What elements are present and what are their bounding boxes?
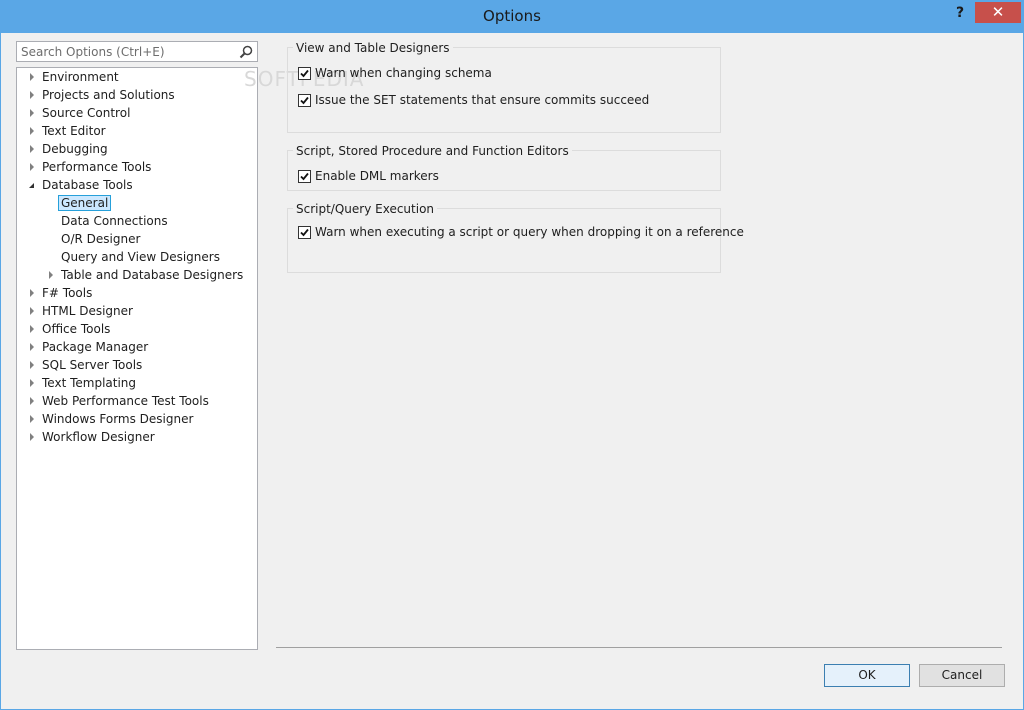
expand-arrow-icon[interactable] — [30, 415, 34, 423]
tree-item-label: Workflow Designer — [42, 430, 155, 444]
checkmark-icon — [300, 69, 309, 78]
expand-arrow-icon[interactable] — [30, 361, 34, 369]
tree-item-label: Package Manager — [42, 340, 149, 354]
group-title: Script/Query Execution — [293, 202, 438, 216]
title-bar[interactable]: Options ? ✕ — [1, 1, 1023, 33]
expand-arrow-icon[interactable] — [30, 397, 34, 405]
expand-arrow-icon[interactable] — [30, 325, 34, 333]
option-label: Issue the SET statements that ensure com… — [315, 93, 650, 107]
tree-item-label: Projects and Solutions — [42, 88, 175, 102]
window-title: Options — [483, 7, 541, 25]
ok-button[interactable]: OK — [824, 664, 910, 687]
tree-item-label: Environment — [42, 70, 119, 84]
search-input[interactable] — [17, 42, 235, 61]
tree-item-label: Source Control — [42, 106, 131, 120]
option-label: Warn when changing schema — [315, 66, 492, 80]
option-label: Warn when executing a script or query wh… — [315, 225, 744, 239]
option-label: Enable DML markers — [315, 169, 439, 183]
checkmark-icon — [300, 96, 309, 105]
expand-arrow-icon[interactable] — [30, 163, 34, 171]
tree-item-label: Debugging — [42, 142, 108, 156]
tree-item-label: Windows Forms Designer — [42, 412, 194, 426]
tree-item-label: Table and Database Designers — [61, 268, 244, 282]
tree-item-label: Web Performance Test Tools — [42, 394, 209, 408]
expand-arrow-icon[interactable] — [30, 91, 34, 99]
checkbox[interactable] — [298, 67, 311, 80]
options-dialog: Options ? ✕ Environment Projects and Sol… — [0, 0, 1024, 710]
search-box[interactable] — [16, 41, 258, 62]
search-icon[interactable] — [238, 44, 254, 60]
expand-arrow-icon[interactable] — [30, 127, 34, 135]
tree-item-label: HTML Designer — [42, 304, 133, 318]
tree-item-label: Text Templating — [42, 376, 137, 390]
close-button[interactable]: ✕ — [975, 2, 1021, 23]
expand-arrow-icon[interactable] — [30, 343, 34, 351]
checkmark-icon — [300, 228, 309, 237]
cancel-button[interactable]: Cancel — [919, 664, 1005, 687]
expand-arrow-icon[interactable] — [49, 271, 53, 279]
tree-item-label: Data Connections — [61, 214, 168, 228]
tree-item-label: Database Tools — [42, 178, 133, 192]
divider — [276, 647, 1002, 648]
tree-item-label: Query and View Designers — [61, 250, 220, 264]
tree-item-label: SQL Server Tools — [42, 358, 143, 372]
tree-item-label: O/R Designer — [61, 232, 141, 246]
expand-arrow-icon[interactable] — [30, 109, 34, 117]
close-icon: ✕ — [991, 3, 1005, 21]
group-title: Script, Stored Procedure and Function Ed… — [293, 144, 572, 158]
expand-arrow-icon[interactable] — [30, 145, 34, 153]
options-tree[interactable]: Environment Projects and Solutions Sourc… — [16, 67, 258, 650]
expand-arrow-icon[interactable] — [30, 307, 34, 315]
group-title: View and Table Designers — [293, 41, 453, 55]
expand-arrow-icon[interactable] — [30, 433, 34, 441]
group-script-editors: Script, Stored Procedure and Function Ed… — [287, 144, 721, 191]
tree-item-label: Performance Tools — [42, 160, 152, 174]
expand-arrow-icon[interactable] — [30, 289, 34, 297]
checkbox[interactable] — [298, 226, 311, 239]
expand-arrow-icon[interactable] — [30, 73, 34, 81]
tree-item-label: General — [58, 195, 112, 211]
group-query-execution: Script/Query Execution Warn when executi… — [287, 202, 744, 273]
expand-arrow-icon[interactable] — [30, 379, 34, 387]
checkmark-icon — [300, 172, 309, 181]
group-view-table-designers: View and Table Designers Warn when chang… — [287, 41, 721, 133]
tree-item-label: Office Tools — [42, 322, 111, 336]
checkbox[interactable] — [298, 170, 311, 183]
checkbox[interactable] — [298, 94, 311, 107]
tree-item-label: F# Tools — [42, 286, 93, 300]
help-icon[interactable]: ? — [947, 3, 973, 23]
tree-item-label: Text Editor — [42, 124, 106, 138]
collapse-arrow-icon[interactable] — [29, 183, 34, 188]
